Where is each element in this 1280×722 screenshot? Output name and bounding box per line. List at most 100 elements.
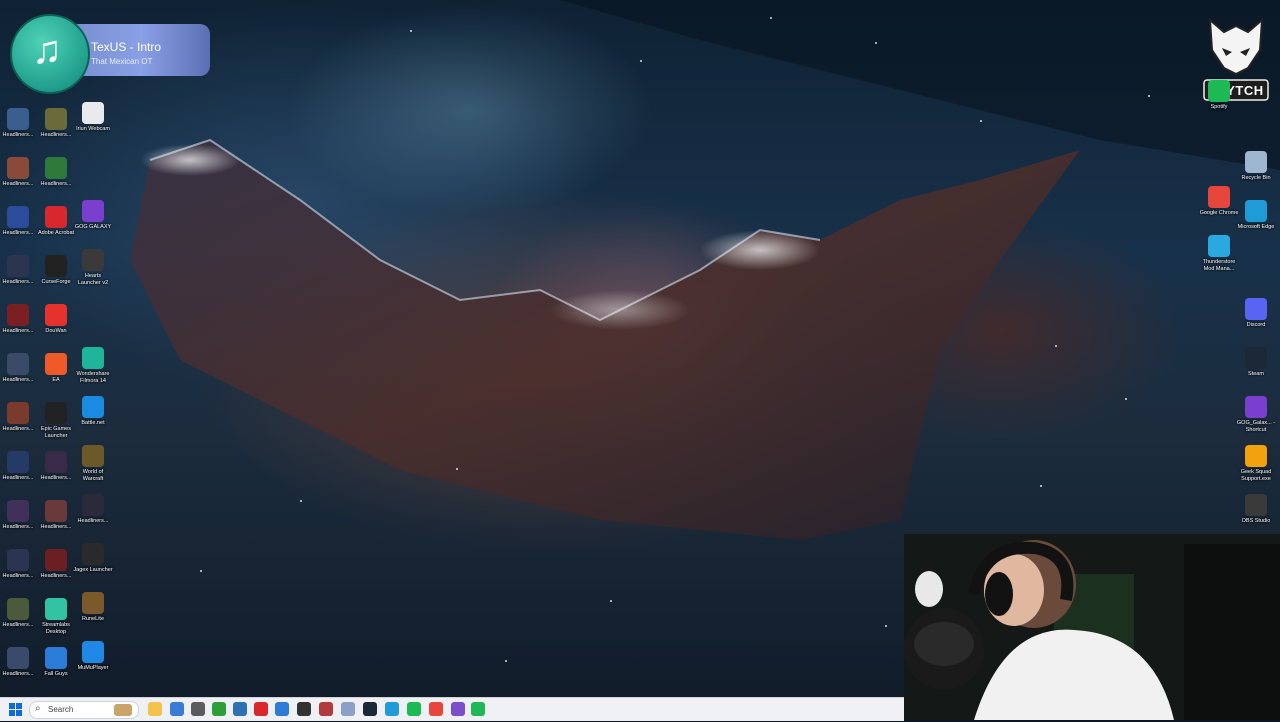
desktop-icon[interactable]: Recycle Bin	[1236, 151, 1276, 199]
taskbar-adobe[interactable]	[254, 702, 268, 716]
taskbar-file-explorer[interactable]	[148, 702, 162, 716]
desktop-icon[interactable]: Headliners...	[0, 500, 38, 548]
taskbar-app-15[interactable]	[451, 702, 465, 716]
desktop-icon[interactable]: Headliners...	[0, 206, 38, 254]
desktop-icon[interactable]: Headliners...	[36, 549, 76, 597]
desktop-icon[interactable]: Headliners...	[36, 500, 76, 548]
desktop-icon[interactable]: OBS Studio	[1236, 494, 1276, 542]
webcam-overlay	[904, 534, 1280, 720]
desktop-icon[interactable]: World of Warcraft	[73, 445, 113, 493]
app-icon	[45, 451, 67, 473]
taskbar-app-16[interactable]	[471, 702, 485, 716]
app-icon	[82, 249, 104, 271]
desktop-icon-label: Headliners...	[2, 279, 34, 285]
desktop-icon[interactable]: GOG_Galax... - Shortcut	[1236, 396, 1276, 444]
app-icon	[82, 396, 104, 418]
desktop-icon[interactable]: Headliners...	[36, 451, 76, 499]
app-icon	[1245, 151, 1267, 173]
desktop-icon-label: Headliners...	[2, 328, 34, 334]
desktop-icon[interactable]: Headliners...	[0, 598, 38, 646]
taskbar-app-10[interactable]	[341, 702, 355, 716]
desktop-icon-label: OBS Studio	[1241, 518, 1271, 524]
desktop-icon[interactable]: Spotify	[1199, 80, 1239, 128]
app-icon	[82, 445, 104, 467]
desktop-icon[interactable]: Epic Games Launcher	[36, 402, 76, 450]
desktop-icon[interactable]: RuneLite	[73, 592, 113, 640]
desktop-icon[interactable]: Headliners...	[0, 157, 38, 205]
desktop-icon-label: Adobe Acrobat	[37, 230, 75, 236]
desktop-icon-label: Headliners...	[2, 573, 34, 579]
start-button[interactable]	[9, 703, 23, 717]
desktop-icon[interactable]: Discord	[1236, 298, 1276, 346]
desktop-icon[interactable]: Geek Squad Support.exe	[1236, 445, 1276, 493]
desktop-icon[interactable]: DouWan	[36, 304, 76, 352]
desktop-icon-label: Headliners...	[77, 518, 109, 524]
taskbar-app-9[interactable]	[319, 702, 333, 716]
app-icon	[45, 353, 67, 375]
taskbar-spotify[interactable]	[407, 702, 421, 716]
desktop-icon[interactable]: Headliners...	[0, 255, 38, 303]
desktop-icon[interactable]: Headliners...	[0, 353, 38, 401]
desktop-icon-label: Headliners...	[40, 181, 72, 187]
taskbar-steam[interactable]	[363, 702, 377, 716]
taskbar-edge[interactable]	[385, 702, 399, 716]
app-icon	[45, 647, 67, 669]
desktop-icon[interactable]: Headliners...	[36, 157, 76, 205]
desktop-icon[interactable]: Battle.net	[73, 396, 113, 444]
desktop-icon[interactable]: Microsoft Edge	[1236, 200, 1276, 248]
app-icon	[7, 598, 29, 620]
desktop-icon[interactable]: Steam	[1236, 347, 1276, 395]
app-icon	[1245, 200, 1267, 222]
taskbar-search-box[interactable]: ⌕ Search	[29, 701, 139, 719]
app-icon	[1208, 235, 1230, 257]
now-playing-widget[interactable]: ♫ TexUS - Intro That Mexican OT	[8, 14, 210, 94]
desktop-icon[interactable]: Iriun Webcam	[73, 102, 113, 150]
taskbar-xbox[interactable]	[212, 702, 226, 716]
desktop-icon[interactable]: Hearts Launcher v2	[73, 249, 113, 297]
desktop-icon[interactable]: GOG GALAXY	[73, 200, 113, 248]
app-icon	[82, 543, 104, 565]
desktop-icon[interactable]: Headliners...	[0, 402, 38, 450]
desktop-icon[interactable]: EA	[36, 353, 76, 401]
taskbar-app-5[interactable]	[233, 702, 247, 716]
desktop-icon[interactable]: Headliners...	[36, 108, 76, 156]
desktop-icon[interactable]: Headliners...	[73, 494, 113, 542]
desktop-icon[interactable]: Google Chrome	[1199, 186, 1239, 234]
desktop-icon[interactable]: Thunderstore Mod Mana...	[1199, 235, 1239, 283]
desktop-icon[interactable]: Headliners...	[0, 549, 38, 597]
track-title: TexUS - Intro	[91, 40, 162, 54]
app-icon	[45, 500, 67, 522]
taskbar-app-7[interactable]	[275, 702, 289, 716]
desktop-icon-label: Headliners...	[2, 230, 34, 236]
taskbar-chrome[interactable]	[429, 702, 443, 716]
taskbar-app-2[interactable]	[170, 702, 184, 716]
app-icon	[7, 647, 29, 669]
app-icon	[1245, 298, 1267, 320]
desktop-icon-label: Epic Games Launcher	[41, 426, 71, 439]
desktop-icon[interactable]: Fall Guys	[36, 647, 76, 695]
app-icon	[7, 402, 29, 424]
desktop-icon-label: Headliners...	[40, 475, 72, 481]
desktop-icon[interactable]: CurseForge	[36, 255, 76, 303]
desktop-icon[interactable]: Wondershare Filmora 14	[73, 347, 113, 395]
desktop-icon[interactable]: Headliners...	[0, 108, 38, 156]
desktop-icon[interactable]: MuMuPlayer	[73, 641, 113, 689]
search-icon: ⌕	[35, 703, 41, 714]
desktop-icon-label: Headliners...	[2, 622, 34, 628]
desktop-icon[interactable]: Jagex Launcher	[73, 543, 113, 591]
taskbar-app-8[interactable]	[297, 702, 311, 716]
desktop-icon[interactable]: Streamlabs Desktop	[36, 598, 76, 646]
desktop-icon[interactable]: Adobe Acrobat	[36, 206, 76, 254]
desktop-icon[interactable]: Headliners...	[0, 304, 38, 352]
desktop-icon-label: Headliners...	[2, 475, 34, 481]
desktop-icon-label: Hearts Launcher v2	[77, 273, 109, 286]
app-icon	[7, 255, 29, 277]
search-highlight-icon	[114, 704, 132, 716]
desktop-icon-label: Headliners...	[40, 132, 72, 138]
app-icon	[7, 353, 29, 375]
app-icon	[45, 206, 67, 228]
taskbar-app-3[interactable]	[191, 702, 205, 716]
desktop-icon-label: MuMuPlayer	[77, 665, 109, 671]
desktop-icon[interactable]: Headliners...	[0, 451, 38, 499]
desktop-icon[interactable]: Headliners...	[0, 647, 38, 695]
